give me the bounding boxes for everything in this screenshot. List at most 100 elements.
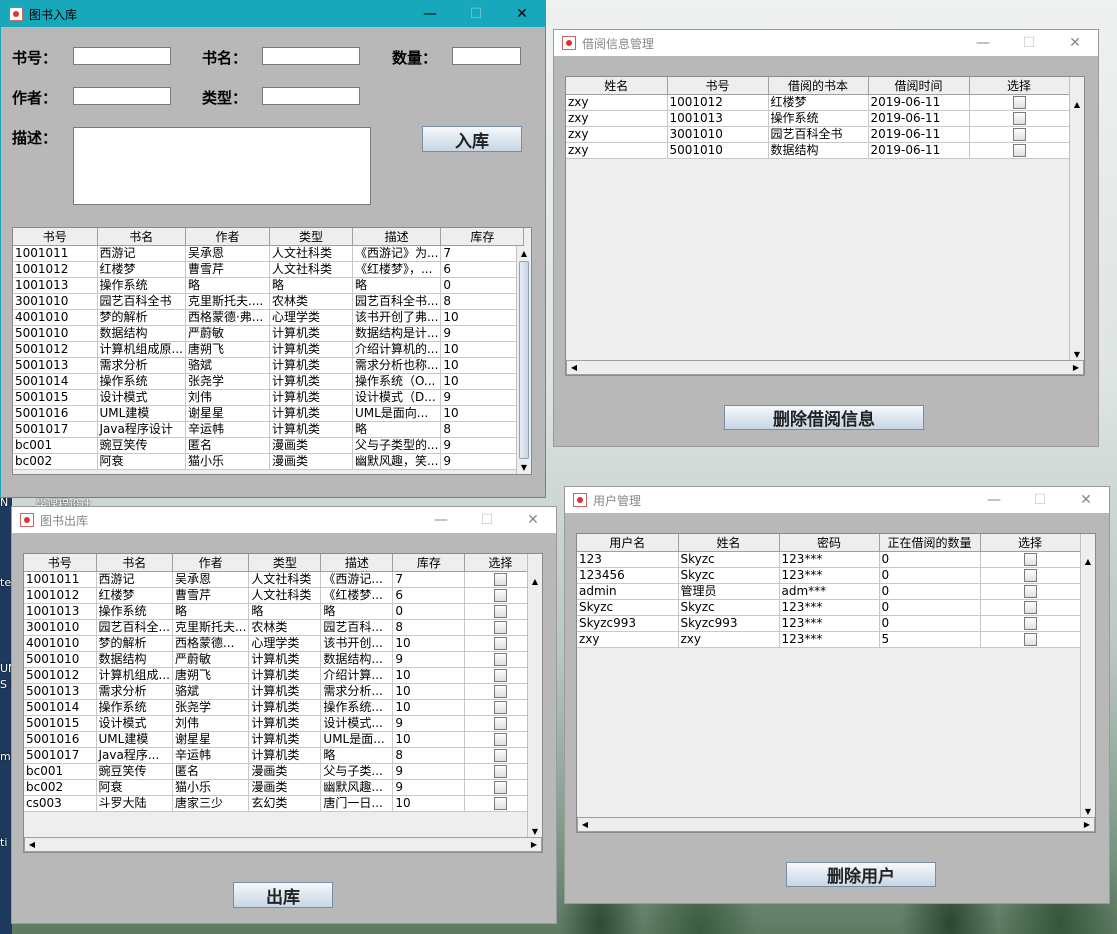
table-cell[interactable]: 0 xyxy=(879,615,981,632)
scroll-up-icon[interactable]: ▲ xyxy=(1081,554,1095,568)
table-cell[interactable]: 西游记 xyxy=(96,571,173,588)
table-cell[interactable]: 5001017 xyxy=(24,747,97,764)
table-cell[interactable]: 2019-06-11 xyxy=(868,110,970,127)
table-row[interactable]: 1001012 红楼梦 曹雪芹 人文社科类 《红楼梦》，... 6 xyxy=(13,261,525,278)
table-cell[interactable]: 骆斌 xyxy=(185,357,270,374)
table-cell[interactable]: zxy xyxy=(566,110,668,127)
vertical-scrollbar[interactable]: ▲ ▼ xyxy=(1069,77,1084,361)
table-cell[interactable]: 计算机类 xyxy=(269,373,353,390)
table-row[interactable]: zxy zxy 123*** 5 xyxy=(577,631,1081,648)
column-header[interactable]: 作者 xyxy=(185,228,270,246)
close-icon[interactable]: ✕ xyxy=(499,1,545,27)
table-cell[interactable]: 设计模式 xyxy=(96,715,173,732)
table-row[interactable]: Skyzc993 Skyzc993 123*** 0 xyxy=(577,615,1081,632)
table-cell[interactable]: zxy xyxy=(566,94,668,111)
table-cell[interactable]: bc002 xyxy=(13,453,98,470)
select-checkbox[interactable] xyxy=(493,605,507,618)
table-cell[interactable]: 5001014 xyxy=(24,699,97,716)
table-cell[interactable]: 园艺百科全书 xyxy=(97,293,186,310)
desktop-label[interactable]: ti xyxy=(0,836,7,849)
table-cell[interactable]: 123*** xyxy=(779,631,880,648)
table-cell[interactable]: 曹雪芹 xyxy=(172,587,250,604)
table-cell[interactable]: 西游记 xyxy=(97,245,186,262)
column-header[interactable]: 姓名 xyxy=(678,534,780,552)
select-cell[interactable] xyxy=(969,126,1070,143)
table-cell[interactable]: 5001010 xyxy=(13,325,98,342)
maximize-icon[interactable]: ☐ xyxy=(1017,487,1063,513)
table-row[interactable]: 5001010 数据结构 严蔚敏 计算机类 数据结构是计... 9 xyxy=(13,325,525,342)
table-cell[interactable]: 辛运帏 xyxy=(172,747,250,764)
table-cell[interactable]: 略 xyxy=(352,421,442,438)
table-cell[interactable]: 123456 xyxy=(577,567,679,584)
table-cell[interactable]: 1001011 xyxy=(13,245,98,262)
scroll-left-icon[interactable]: ◀ xyxy=(578,818,592,831)
table-cell[interactable]: 10 xyxy=(392,795,466,812)
table-row[interactable]: bc002 阿衰 猫小乐 漫画类 幽默风趣... 9 xyxy=(24,779,537,796)
table-cell[interactable]: 0 xyxy=(392,603,466,620)
table-cell[interactable]: 阿衰 xyxy=(96,779,173,796)
column-header[interactable]: 选择 xyxy=(969,77,1070,95)
table-cell[interactable]: 介绍计算机的... xyxy=(352,341,442,358)
table-cell[interactable]: 123*** xyxy=(779,551,880,568)
table-row[interactable]: Skyzc Skyzc 123*** 0 xyxy=(577,599,1081,616)
table-row[interactable]: bc001 豌豆笑传 匿名 漫画类 父与子类... 9 xyxy=(24,763,537,780)
table-row[interactable]: zxy 3001010 园艺百科全书 2019-06-11 xyxy=(566,126,1070,143)
horizontal-scrollbar[interactable]: ◀ ▶ xyxy=(24,837,542,852)
table-cell[interactable]: 3001010 xyxy=(13,293,98,310)
table-cell[interactable]: UML建模 xyxy=(97,405,186,422)
table-cell[interactable]: 10 xyxy=(440,357,525,374)
table-cell[interactable]: UML是面... xyxy=(320,731,394,748)
table-cell[interactable]: 计算机类 xyxy=(269,341,353,358)
table-cell[interactable]: 5001013 xyxy=(24,683,97,700)
select-checkbox[interactable] xyxy=(493,701,507,714)
table-cell[interactable]: 红楼梦 xyxy=(96,587,173,604)
table-cell[interactable]: 9 xyxy=(440,453,525,470)
minimize-icon[interactable]: — xyxy=(418,507,464,533)
select-checkbox[interactable] xyxy=(493,797,507,810)
table-row[interactable]: bc001 豌豆笑传 匿名 漫画类 父与子类型的... 9 xyxy=(13,437,525,454)
bookno-input[interactable] xyxy=(73,47,171,65)
table-cell[interactable]: 《西游记》为... xyxy=(352,245,442,262)
table-cell[interactable]: 该书开创... xyxy=(320,635,394,652)
table-cell[interactable]: 设计模式... xyxy=(320,715,394,732)
table-cell[interactable]: 漫画类 xyxy=(248,779,322,796)
table-cell[interactable]: 3001010 xyxy=(24,619,97,636)
table-cell[interactable]: 10 xyxy=(440,309,525,326)
table-cell[interactable]: 略 xyxy=(185,277,270,294)
table-cell[interactable]: 计算机类 xyxy=(269,325,353,342)
select-checkbox[interactable] xyxy=(1023,569,1037,582)
table-row[interactable]: cs003 斗罗大陆 唐家三少 玄幻类 唐门一日... 10 xyxy=(24,795,537,812)
table-cell[interactable]: 计算机类 xyxy=(248,651,322,668)
table-cell[interactable]: 5001015 xyxy=(24,715,97,732)
table-cell[interactable]: 操作系统... xyxy=(320,699,394,716)
table-cell[interactable]: 略 xyxy=(320,747,394,764)
table-cell[interactable]: 豌豆笑传 xyxy=(96,763,173,780)
table-cell[interactable]: 2019-06-11 xyxy=(868,126,970,143)
select-cell[interactable] xyxy=(464,619,537,636)
minimize-icon[interactable]: — xyxy=(407,1,453,27)
table-cell[interactable]: 严蔚敏 xyxy=(172,651,250,668)
table-cell[interactable]: 操作系统 xyxy=(768,110,869,127)
select-checkbox[interactable] xyxy=(493,669,507,682)
table-cell[interactable]: 猫小乐 xyxy=(185,453,270,470)
table-cell[interactable]: 略 xyxy=(269,277,353,294)
select-cell[interactable] xyxy=(969,94,1070,111)
table-row[interactable]: zxy 1001013 操作系统 2019-06-11 xyxy=(566,110,1070,127)
column-header[interactable]: 描述 xyxy=(320,554,394,572)
select-cell[interactable] xyxy=(980,599,1081,616)
column-header[interactable]: 书号 xyxy=(667,77,769,95)
table-cell[interactable]: 5001010 xyxy=(667,142,769,159)
table-cell[interactable]: 玄幻类 xyxy=(248,795,322,812)
table-cell[interactable]: 5001016 xyxy=(24,731,97,748)
select-cell[interactable] xyxy=(464,603,537,620)
select-cell[interactable] xyxy=(969,142,1070,159)
table-cell[interactable]: 1001012 xyxy=(24,587,97,604)
title-bar[interactable]: 图书入库 — ☐ ✕ xyxy=(1,1,545,27)
select-checkbox[interactable] xyxy=(1012,128,1026,141)
table-cell[interactable]: 0 xyxy=(440,277,525,294)
table-cell[interactable]: 10 xyxy=(392,699,466,716)
table-row[interactable]: 4001010 梦的解析 西格蒙德... 心理学类 该书开创... 10 xyxy=(24,635,537,652)
scroll-left-icon[interactable]: ◀ xyxy=(25,838,39,851)
table-cell[interactable]: zxy xyxy=(566,142,668,159)
type-input[interactable] xyxy=(262,87,360,105)
